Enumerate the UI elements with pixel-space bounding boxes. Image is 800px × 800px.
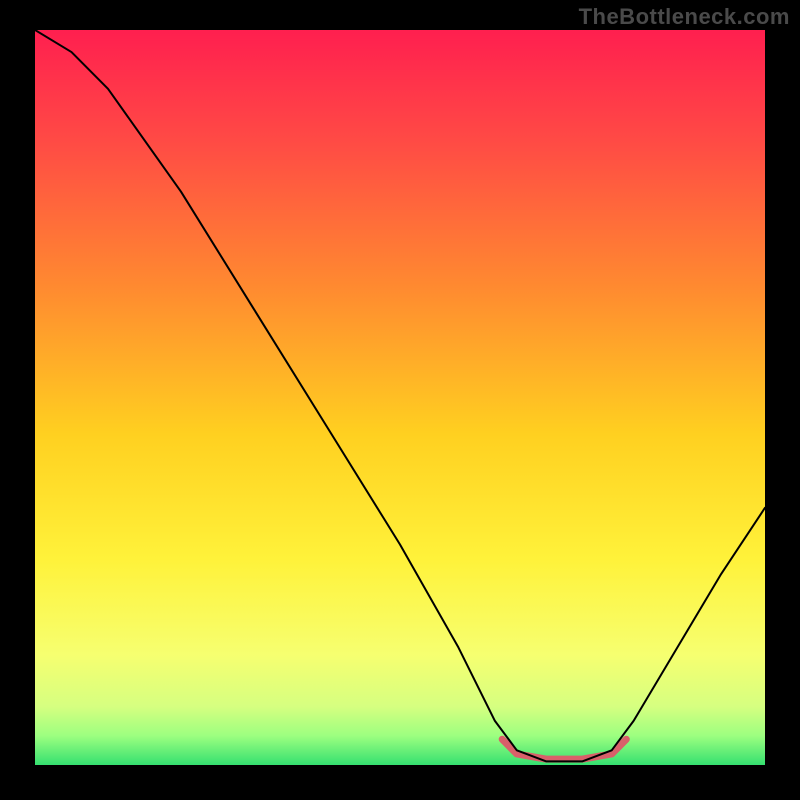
chart-frame: TheBottleneck.com bbox=[0, 0, 800, 800]
watermark-text: TheBottleneck.com bbox=[579, 4, 790, 30]
chart-svg bbox=[35, 30, 765, 765]
chart-plot-area bbox=[35, 30, 765, 765]
